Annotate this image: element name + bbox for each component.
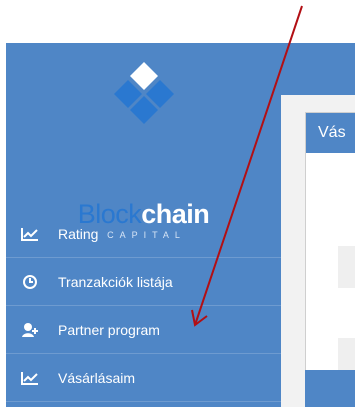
sidebar-menu: Rating Tranzakciók listája Partner progr… <box>6 210 281 402</box>
clock-icon <box>20 272 40 292</box>
top-whitespace <box>0 0 355 43</box>
content-card: Vás <box>305 112 355 407</box>
sidebar: Blockchain CAPITAL Rating Tranzakciók li… <box>6 43 281 407</box>
main-content: Vás <box>281 43 355 407</box>
chart-line-icon <box>20 224 40 244</box>
diamond-logo-icon <box>114 62 174 124</box>
user-add-icon <box>20 320 40 340</box>
sidebar-item-tranzakciok[interactable]: Tranzakciók listája <box>6 258 281 306</box>
card-title: Vás <box>306 113 355 153</box>
sidebar-item-label: Tranzakciók listája <box>58 274 173 290</box>
sidebar-item-partner-program[interactable]: Partner program <box>6 306 281 354</box>
brand-logo[interactable]: Blockchain CAPITAL <box>6 62 281 240</box>
sidebar-item-label: Partner program <box>58 322 160 338</box>
page: Blockchain CAPITAL Rating Tranzakciók li… <box>0 0 355 407</box>
sidebar-item-rating[interactable]: Rating <box>6 210 281 258</box>
top-band <box>281 43 355 95</box>
bottom-band <box>305 370 355 407</box>
card-row <box>338 246 355 288</box>
sidebar-item-label: Rating <box>58 226 99 242</box>
sidebar-item-vasarlasaim[interactable]: Vásárlásaim <box>6 354 281 402</box>
chart-line-icon <box>20 368 40 388</box>
sidebar-item-label: Vásárlásaim <box>58 370 136 386</box>
